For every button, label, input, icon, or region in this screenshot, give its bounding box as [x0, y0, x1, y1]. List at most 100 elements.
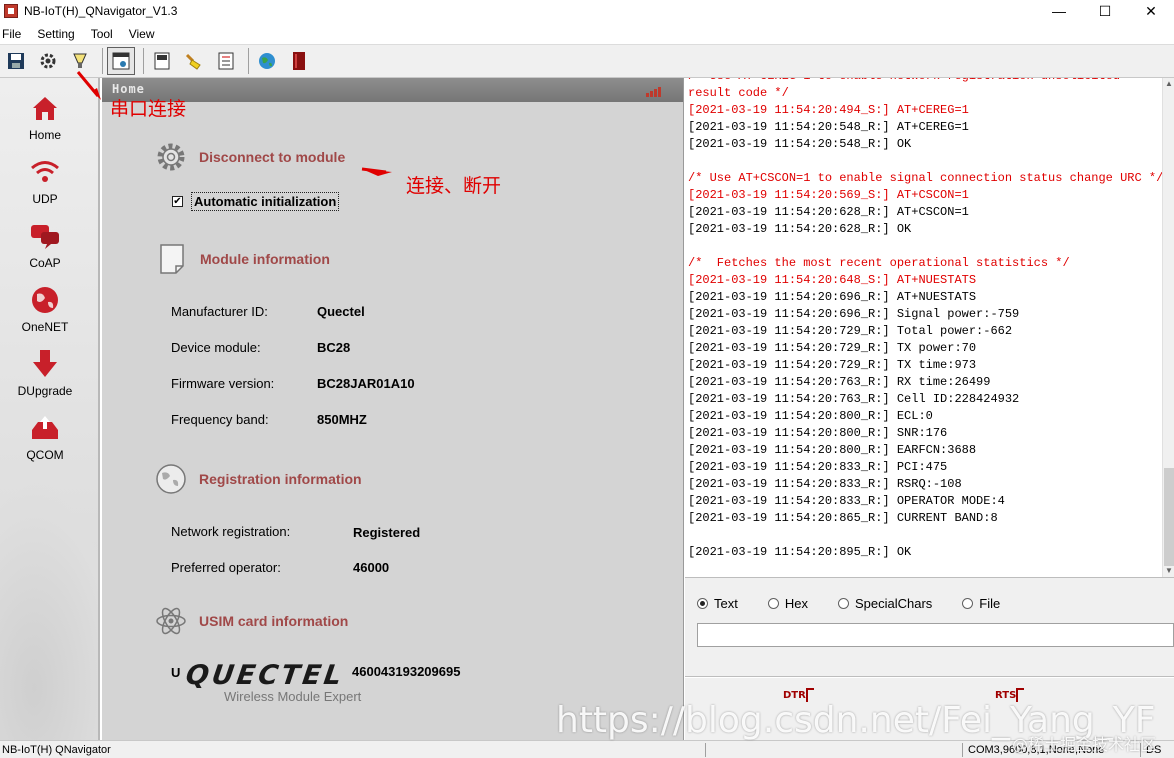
script-list-icon[interactable] — [212, 47, 240, 75]
radio-icon — [962, 598, 974, 609]
mode-specialchars-radio[interactable]: SpecialChars — [837, 596, 933, 611]
usim-value: 460043193209695 — [352, 664, 461, 679]
status-divider — [705, 743, 706, 757]
preferred-operator-label: Preferred operator: — [171, 560, 281, 575]
auto-init-label[interactable]: Automatic initialization — [191, 192, 340, 211]
nav-item-label: OneNET — [21, 320, 69, 334]
manufacturer-value: Quectel — [317, 304, 365, 319]
mode-file-radio[interactable]: File — [962, 596, 1000, 611]
globe-icon — [32, 287, 58, 313]
module-info-title: Module information — [200, 251, 330, 267]
nav-item-label: DUpgrade — [17, 384, 73, 398]
frequency-value: 850MHZ — [317, 412, 367, 427]
app-logo-icon — [4, 4, 18, 18]
disconnect-button[interactable]: Disconnect to module — [199, 149, 345, 165]
scroll-thumb[interactable] — [1164, 468, 1174, 566]
logo-wordmark: QUECTEL — [183, 660, 347, 691]
nav-item-dupgrade[interactable]: DUpgrade — [0, 348, 90, 398]
nav-item-qcom[interactable]: QCOM — [0, 412, 90, 462]
radio-icon — [767, 598, 779, 609]
menu-view[interactable]: View — [127, 27, 161, 41]
log-line: [2021-03-19 11:54:20:628_R:] AT+CSCON=1 — [688, 205, 969, 219]
status-divider — [962, 743, 963, 757]
scroll-down-icon[interactable]: ▼ — [1163, 565, 1174, 577]
quectel-logo: QUECTEL Wireless Module Expert — [183, 660, 362, 704]
scroll-up-icon[interactable]: ▲ — [1163, 78, 1174, 90]
book-icon[interactable] — [285, 47, 313, 75]
log-line: [2021-03-19 11:54:20:494_S:] AT+CEREG=1 — [688, 103, 969, 117]
log-line: [2021-03-19 11:54:20:800_R:] EARFCN:3688 — [688, 443, 977, 457]
log-scrollbar[interactable]: ▲ ▼ — [1162, 78, 1174, 577]
log-line: [2021-03-19 11:54:20:833_R:] PCI:475 — [688, 460, 948, 474]
close-button[interactable]: ✕ — [1128, 0, 1174, 22]
menu-file[interactable]: File — [0, 27, 27, 41]
toolbar-separator — [102, 48, 103, 74]
frequency-label: Frequency band: — [171, 412, 269, 427]
gear-icon[interactable] — [154, 140, 188, 174]
log-line: /* Use AT+CEREG=1 to enable network regi… — [688, 78, 1162, 85]
home-panel: Home Disconnect to module ✔ Automatic in… — [102, 78, 684, 740]
log-line: [2021-03-19 11:54:20:729_R:] TX power:70 — [688, 341, 977, 355]
log-line: [2021-03-19 11:54:20:729_R:] TX time:973 — [688, 358, 977, 372]
radio-label: Text — [714, 596, 738, 611]
auto-init-checkbox[interactable]: ✔ — [172, 196, 183, 207]
toolbar-separator — [143, 48, 144, 74]
minimize-button[interactable]: — — [1036, 0, 1082, 22]
log-line: [2021-03-19 11:54:20:763_R:] RX time:264… — [688, 375, 991, 389]
log-line: [2021-03-19 11:54:20:696_R:] AT+NUESTATS — [688, 290, 977, 304]
atom-icon — [156, 607, 186, 635]
mode-text-radio[interactable]: Text — [697, 596, 738, 611]
log-line: [2021-03-19 11:54:20:729_R:] Total power… — [688, 324, 1013, 338]
log-line: /* Use AT+CSCON=1 to enable signal conne… — [688, 171, 1162, 185]
watermark-community: @稀土掘金技术社区 — [1012, 735, 1157, 754]
radio-label: File — [979, 596, 1001, 611]
menu-tool[interactable]: Tool — [89, 27, 119, 41]
nav-item-label: UDP — [32, 192, 58, 206]
maximize-button[interactable]: ☐ — [1082, 0, 1128, 22]
panel-header: Home — [102, 78, 683, 102]
log-line: [2021-03-19 11:54:20:865_R:] CURRENT BAN… — [688, 511, 998, 525]
wifi-icon — [31, 161, 59, 182]
logo-tagline: Wireless Module Expert — [224, 689, 362, 704]
registration-info-title: Registration information — [199, 471, 362, 487]
device-module-label: Device module: — [171, 340, 261, 355]
toolbar — [0, 44, 1174, 78]
nav-item-coap[interactable]: CoAP — [0, 220, 90, 270]
status-bar: NB-IoT(H) QNavigator COM3,9600,8,1,None,… — [0, 740, 1174, 758]
device-module-value: BC28 — [317, 340, 351, 355]
serial-window-icon[interactable] — [107, 47, 135, 75]
firmware-label: Firmware version: — [171, 376, 275, 391]
nav-item-home[interactable]: Home — [0, 92, 90, 142]
log-line: [2021-03-19 11:54:20:833_R:] RSRQ:-108 — [688, 477, 962, 491]
nav-item-onenet[interactable]: OneNET — [0, 284, 90, 334]
left-navigation: Home UDP CoAP OneNET DUpgrade QCOM — [0, 78, 100, 740]
down-arrow-icon — [33, 350, 57, 377]
log-line: /* Fetches the most recent operational s… — [688, 256, 1070, 270]
radio-label: Hex — [784, 596, 808, 611]
chat-bubbles-icon — [31, 225, 59, 249]
nav-item-label: QCOM — [26, 448, 64, 462]
globe-outline-icon — [156, 464, 186, 494]
radio-label: SpecialChars — [854, 596, 933, 611]
clear-brush-icon[interactable] — [180, 47, 208, 75]
connect-plug-icon[interactable] — [66, 47, 94, 75]
globe-icon[interactable] — [253, 47, 281, 75]
annotation-serial-connect: 串口连接 — [110, 98, 187, 120]
annotation-connect-disconnect: 连接、断开 — [406, 175, 502, 197]
title-bar: NB-IoT(H)_QNavigator_V1.3 — ☐ ✕ — [0, 0, 1174, 22]
save-icon[interactable] — [2, 47, 30, 75]
log-line: [2021-03-19 11:54:20:800_R:] ECL:0 — [688, 409, 933, 423]
nav-item-label: CoAP — [29, 256, 61, 270]
mode-hex-radio[interactable]: Hex — [767, 596, 808, 611]
nav-item-udp[interactable]: UDP — [0, 156, 90, 206]
app-window: NB-IoT(H)_QNavigator_V1.3 — ☐ ✕ File Set… — [0, 0, 1174, 758]
menu-setting[interactable]: Setting — [35, 27, 80, 41]
serial-log[interactable]: /* Use AT+CEREG=1 to enable network regi… — [685, 78, 1162, 577]
preferred-operator-value: 46000 — [353, 560, 390, 575]
document-save-icon[interactable] — [148, 47, 176, 75]
radio-icon — [837, 598, 849, 609]
log-line: [2021-03-19 11:54:20:548_R:] OK — [688, 137, 912, 151]
document-icon — [160, 244, 184, 274]
send-input[interactable] — [697, 623, 1174, 647]
settings-gear-icon[interactable] — [34, 47, 62, 75]
